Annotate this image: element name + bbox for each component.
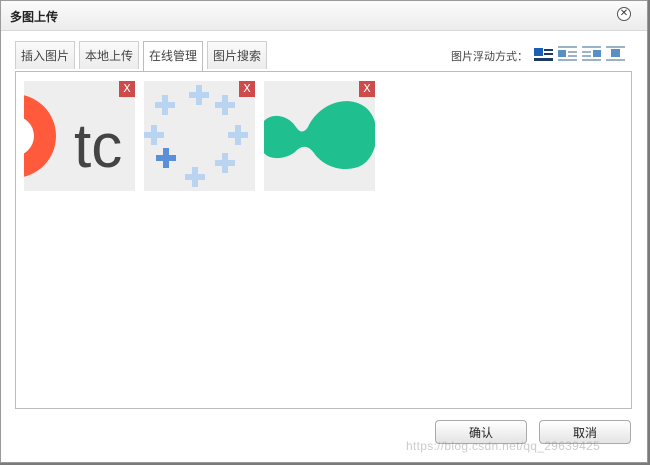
float-center-icon[interactable] <box>606 46 625 61</box>
loading-spinner-image <box>144 81 255 191</box>
delete-image-button[interactable]: X <box>359 81 375 97</box>
image-item[interactable]: X <box>144 81 255 191</box>
float-mode-buttons <box>534 46 630 61</box>
tab-bar: 插入图片 本地上传 在线管理 图片搜索 <box>15 41 271 72</box>
image-item[interactable]: tc X <box>24 81 135 191</box>
delete-image-button[interactable]: X <box>119 81 135 97</box>
image-item[interactable]: X <box>264 81 375 191</box>
dialog-title: 多图上传 <box>10 10 59 24</box>
tc-logo-image: tc <box>24 81 135 191</box>
float-left-icon[interactable] <box>534 46 553 61</box>
close-icon[interactable]: ✕ <box>617 7 631 21</box>
float-right-icon[interactable] <box>582 46 601 61</box>
watermark-text: https://blog.csdn.net/qq_29639425 <box>406 439 601 453</box>
float-none-icon[interactable] <box>558 46 577 61</box>
tab-insert-image[interactable]: 插入图片 <box>15 41 76 69</box>
green-blob-image <box>264 81 375 191</box>
svg-text:tc: tc <box>74 112 122 181</box>
tab-local-upload[interactable]: 本地上传 <box>79 41 140 69</box>
dialog-titlebar: 多图上传 ✕ <box>1 1 647 31</box>
tab-image-search[interactable]: 图片搜索 <box>207 41 268 69</box>
online-image-panel: tc X X X <box>15 71 632 409</box>
upload-dialog: 多图上传 ✕ 插入图片 本地上传 在线管理 图片搜索 图片浮动方式： tc X … <box>0 0 648 463</box>
float-mode-label: 图片浮动方式： <box>451 50 528 63</box>
tab-online-manage[interactable]: 在线管理 <box>143 41 204 72</box>
delete-image-button[interactable]: X <box>239 81 255 97</box>
